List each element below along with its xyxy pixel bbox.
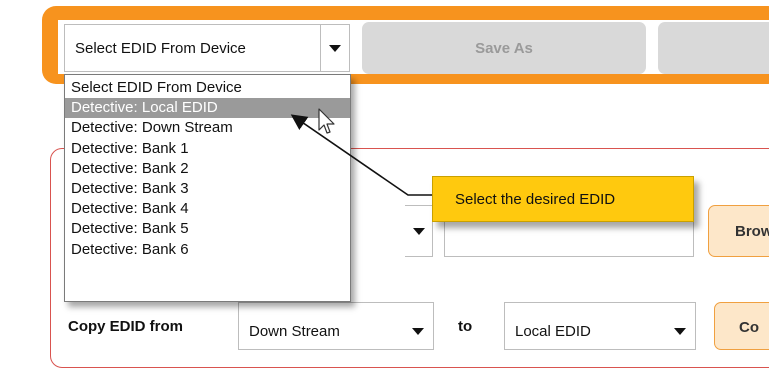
copy-edid-from-label: Copy EDID from — [68, 318, 184, 335]
chevron-down-icon — [329, 44, 341, 52]
copy-button[interactable]: Co — [714, 302, 769, 350]
edid-select-dropdown-button[interactable] — [320, 25, 349, 71]
dropdown-option[interactable]: Detective: Bank 1 — [65, 139, 350, 159]
to-label: to — [458, 318, 473, 335]
edid-select-value: Select EDID From Device — [75, 39, 246, 57]
callout-annotation: Select the desired EDID — [432, 176, 694, 222]
dropdown-option[interactable]: Detective: Bank 3 — [65, 179, 350, 199]
edid-source-select[interactable]: Select EDID From Device — [64, 24, 350, 72]
dropdown-option[interactable]: Detective: Bank 5 — [65, 219, 350, 239]
copy-to-value: Local EDID — [515, 322, 591, 340]
mouse-cursor-icon — [318, 108, 335, 134]
save-as-button[interactable]: Save As — [362, 22, 646, 74]
copy-from-select[interactable]: Down Stream — [238, 302, 434, 350]
copy-to-select[interactable]: Local EDID — [504, 302, 696, 350]
chevron-down-icon — [412, 227, 425, 235]
dropdown-option[interactable]: Detective: Local EDID — [65, 98, 350, 119]
chevron-down-icon — [674, 327, 686, 335]
dropdown-option[interactable]: Select EDID From Device — [65, 78, 350, 98]
copy-from-dropdown-button[interactable] — [403, 318, 433, 335]
browse-button[interactable]: Brow — [708, 205, 769, 257]
bank-select-dropdown-button[interactable] — [405, 205, 433, 257]
copy-from-value: Down Stream — [249, 322, 340, 340]
edid-dropdown-list: Select EDID From Device Detective: Local… — [64, 74, 351, 302]
chevron-down-icon — [412, 327, 424, 335]
dropdown-option[interactable]: Detective: Bank 6 — [65, 240, 350, 260]
callout-text: Select the desired EDID — [455, 190, 616, 208]
toolbar-button-disabled[interactable] — [658, 22, 769, 74]
dropdown-option[interactable]: Detective: Bank 2 — [65, 159, 350, 179]
dropdown-option[interactable]: Detective: Bank 4 — [65, 199, 350, 219]
copy-to-dropdown-button[interactable] — [665, 318, 695, 335]
dropdown-option[interactable]: Detective: Down Stream — [65, 118, 350, 138]
